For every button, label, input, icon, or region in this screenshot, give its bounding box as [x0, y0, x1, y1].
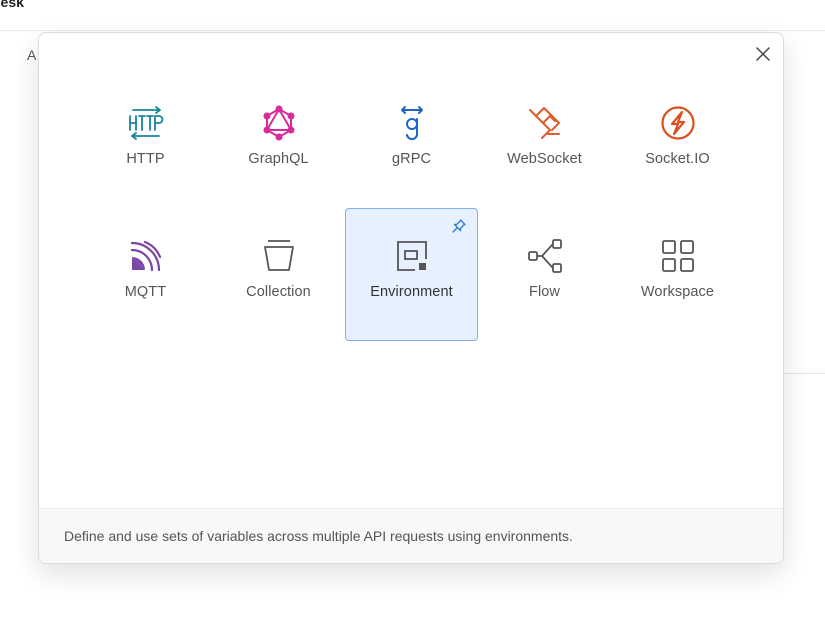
app-title: desk	[0, 0, 24, 10]
environment-icon	[393, 237, 431, 275]
http-icon	[127, 104, 165, 142]
tile-environment[interactable]: Environment	[345, 208, 478, 341]
tile-label: MQTT	[124, 284, 167, 300]
close-icon	[756, 47, 770, 61]
description-footer: Define and use sets of variables across …	[39, 508, 783, 563]
tile-label: Collection	[246, 284, 311, 300]
tile-socketio[interactable]: Socket.IO	[611, 75, 744, 208]
tile-label: gRPC	[391, 151, 432, 167]
tile-graphql[interactable]: GraphQL	[212, 75, 345, 208]
background-text: A	[27, 47, 37, 63]
flow-icon	[526, 237, 564, 275]
app-header: desk	[0, 0, 825, 31]
close-button[interactable]	[752, 43, 774, 65]
tile-grpc[interactable]: gRPC	[345, 75, 478, 208]
tile-label: WebSocket	[507, 151, 582, 167]
mqtt-icon	[127, 237, 165, 275]
tile-label: HTTP	[126, 151, 165, 167]
tile-label: GraphQL	[248, 151, 309, 167]
create-new-modal: HTTP GraphQL gRPC WebSocket Socket.IO MQ…	[38, 32, 784, 564]
tile-label: Environment	[370, 284, 453, 300]
collection-icon	[260, 237, 298, 275]
tile-label: Flow	[528, 284, 560, 300]
tile-label: Socket.IO	[645, 151, 710, 167]
socketio-icon	[659, 104, 697, 142]
tile-label: Workspace	[640, 284, 715, 300]
tile-websocket[interactable]: WebSocket	[478, 75, 611, 208]
pin-icon[interactable]	[451, 218, 467, 234]
tile-collection[interactable]: Collection	[212, 208, 345, 341]
tile-mqtt[interactable]: MQTT	[79, 208, 212, 341]
grpc-icon	[393, 104, 431, 142]
description-text: Define and use sets of variables across …	[64, 528, 573, 544]
tile-workspace[interactable]: Workspace	[611, 208, 744, 341]
tile-http[interactable]: HTTP	[79, 75, 212, 208]
item-type-grid: HTTP GraphQL gRPC WebSocket Socket.IO MQ…	[79, 75, 744, 341]
graphql-icon	[260, 104, 298, 142]
tile-flow[interactable]: Flow	[478, 208, 611, 341]
workspace-icon	[659, 237, 697, 275]
background-divider	[783, 373, 825, 374]
websocket-icon	[526, 104, 564, 142]
